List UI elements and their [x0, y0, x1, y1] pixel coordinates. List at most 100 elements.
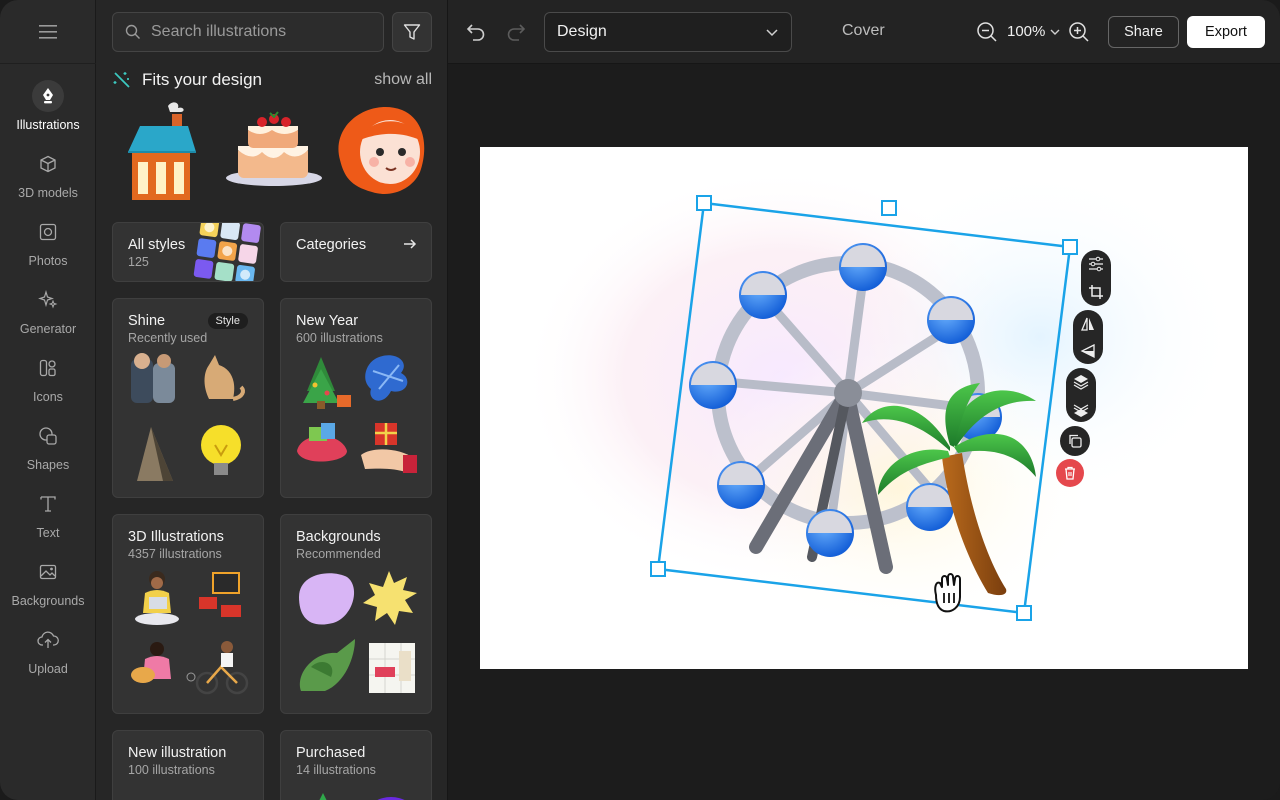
menu-button[interactable] — [0, 0, 96, 64]
search-input[interactable] — [151, 23, 371, 41]
redo-button[interactable] — [504, 20, 528, 44]
delete-button[interactable] — [1056, 459, 1084, 487]
sparkles-icon — [32, 284, 64, 316]
card-new-illustration[interactable]: New illustration 100 illustrations — [112, 730, 264, 800]
card-title: Shine — [128, 313, 166, 329]
card-purchased[interactable]: Purchased 14 illustrations — [280, 730, 432, 800]
rail-item-label: Photos — [28, 254, 68, 268]
search-box[interactable] — [112, 12, 384, 52]
redo-icon — [507, 24, 526, 41]
toolbar-group-flip — [1073, 310, 1103, 364]
zoom-level-select[interactable]: 100% — [1007, 23, 1061, 40]
toolbar-group-layers — [1066, 368, 1096, 422]
card-all-styles[interactable]: All styles 125 — [112, 222, 264, 282]
rail-item-photos[interactable]: Photos — [0, 216, 96, 284]
card-subtitle: 100 illustrations — [128, 763, 215, 777]
export-button[interactable]: Export — [1187, 16, 1265, 48]
filter-button[interactable] — [392, 12, 432, 52]
rail-item-3d-models[interactable]: 3D models — [0, 148, 96, 216]
card-subtitle: Recommended — [296, 547, 381, 561]
card-subtitle: 4357 illustrations — [128, 547, 222, 561]
card-subtitle: 14 illustrations — [296, 763, 376, 777]
rail-item-illustrations[interactable]: Illustrations — [0, 80, 96, 148]
bring-forward-icon[interactable] — [1073, 374, 1089, 390]
selection-frame[interactable] — [480, 147, 1248, 669]
rail-item-shapes[interactable]: Shapes — [0, 420, 96, 488]
new-year-previews — [297, 355, 417, 473]
fits-title: Fits your design — [142, 70, 262, 89]
arrow-right-icon — [404, 239, 417, 249]
duplicate-button[interactable] — [1060, 426, 1090, 456]
card-shine[interactable]: Shine Style Recently used — [112, 298, 264, 498]
rail-item-backgrounds[interactable]: Backgrounds — [0, 556, 96, 624]
rail-item-label: Generator — [19, 322, 77, 336]
rail-item-text[interactable]: Text — [0, 488, 96, 556]
adjust-sliders-icon[interactable] — [1088, 256, 1104, 272]
fit-thumb-character[interactable] — [330, 100, 430, 208]
fits-your-design-header: Fits your design show all — [112, 68, 432, 92]
search-icon — [125, 24, 140, 39]
chevron-down-icon — [766, 29, 778, 37]
card-title: Categories — [296, 237, 367, 253]
share-button[interactable]: Share — [1108, 16, 1179, 48]
zoom-out-button[interactable] — [976, 21, 998, 48]
styles-collage-thumbnail — [193, 223, 261, 281]
card-title: All styles — [128, 237, 186, 253]
fit-thumb-cake[interactable] — [222, 100, 322, 208]
card-title: New Year — [296, 313, 359, 329]
card-title: Backgrounds — [296, 529, 381, 545]
character-face-illustration — [338, 107, 425, 194]
magic-wand-icon — [113, 72, 130, 88]
rail-item-label: 3D models — [18, 186, 78, 200]
hand-cursor-icon — [934, 573, 961, 613]
undo-button[interactable] — [464, 20, 488, 44]
app-window: Illustrations 3D models Photos Generator… — [0, 0, 1280, 800]
illustrations-panel: Fits your design show all — [96, 0, 448, 800]
rail-item-icons[interactable]: Icons — [0, 352, 96, 420]
card-categories[interactable]: Categories — [280, 222, 432, 282]
shapes-icon — [32, 420, 64, 452]
card-new-year[interactable]: New Year 600 illustrations — [280, 298, 432, 498]
zoom-out-icon — [977, 22, 997, 42]
undo-icon — [466, 24, 485, 41]
backgrounds-previews — [299, 571, 417, 693]
card-3d-illustrations[interactable]: 3D Illustrations 4357 illustrations — [112, 514, 264, 714]
cube-icon — [32, 148, 64, 180]
crop-icon[interactable] — [1088, 284, 1104, 300]
zoom-level: 100% — [1007, 23, 1046, 40]
shine-previews — [131, 353, 245, 481]
send-backward-icon[interactable] — [1073, 401, 1089, 417]
rail-item-label: Upload — [28, 662, 68, 676]
zoom-in-icon — [1069, 22, 1089, 42]
card-backgrounds[interactable]: Backgrounds Recommended — [280, 514, 432, 714]
cake-illustration — [226, 111, 322, 186]
image-icon — [32, 556, 64, 588]
left-rail: Illustrations 3D models Photos Generator… — [0, 0, 96, 800]
flip-vertical-icon[interactable] — [1080, 343, 1096, 359]
rail-item-generator[interactable]: Generator — [0, 284, 96, 352]
style-badge: Style — [207, 313, 248, 329]
card-title: 3D Illustrations — [128, 529, 224, 545]
canvas-area[interactable] — [448, 64, 1280, 800]
rail-item-upload[interactable]: Upload — [0, 624, 96, 692]
card-subtitle: 600 illustrations — [296, 331, 383, 345]
flip-horizontal-icon[interactable] — [1080, 316, 1096, 332]
cloud-upload-icon — [32, 624, 64, 656]
design-select[interactable]: Design — [544, 12, 792, 52]
page-name-cover[interactable]: Cover — [842, 22, 885, 40]
rail-item-label: Icons — [33, 390, 63, 404]
icons-grid-icon — [32, 352, 64, 384]
card-subtitle: 125 — [128, 255, 149, 269]
rail-item-label: Illustrations — [16, 118, 80, 132]
fits-thumbnails — [112, 100, 432, 208]
artboard[interactable] — [480, 147, 1248, 669]
show-all-link[interactable]: show all — [374, 71, 432, 89]
card-title: Purchased — [296, 745, 366, 761]
card-title: New illustration — [128, 745, 227, 761]
chevron-down-icon — [1050, 29, 1060, 35]
filter-icon — [403, 24, 421, 40]
zoom-in-button[interactable] — [1068, 21, 1090, 48]
fit-thumb-house[interactable] — [122, 100, 222, 208]
rail-item-label: Shapes — [26, 458, 70, 472]
duplicate-icon — [1069, 434, 1082, 448]
